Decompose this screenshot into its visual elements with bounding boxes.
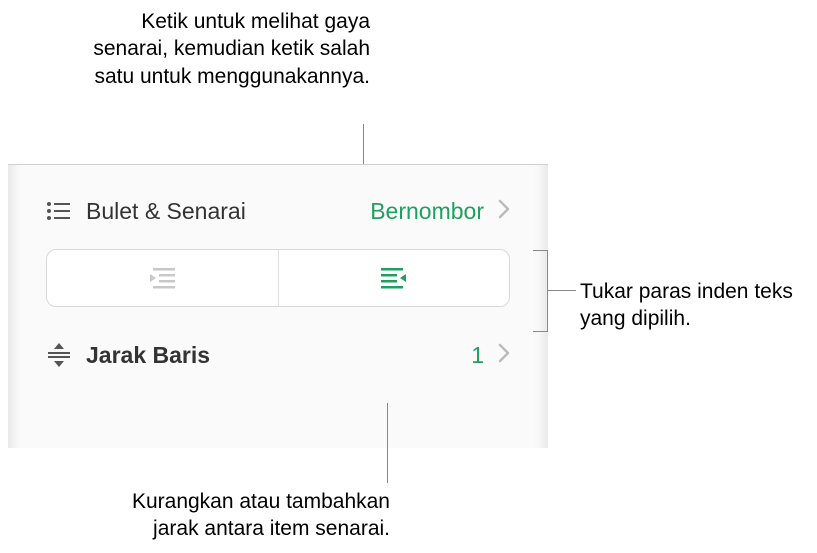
chevron-right-icon: [498, 199, 510, 224]
bullets-lists-label: Bulet & Senarai: [86, 198, 246, 225]
list-icon: [46, 201, 76, 221]
format-panel-container: Bulet & Senarai Bernombor: [8, 164, 548, 448]
indent-button[interactable]: [279, 250, 510, 306]
callout-line-bottom: [387, 403, 388, 483]
callout-list-style: Ketik untuk melihat gaya senarai, kemudi…: [90, 8, 370, 90]
line-spacing-label: Jarak Baris: [86, 342, 210, 369]
callout-bracket-right: [533, 250, 548, 332]
indent-button-group: [46, 249, 510, 307]
outdent-button[interactable]: [47, 250, 279, 306]
callout-line-right: [548, 290, 576, 291]
chevron-right-icon: [498, 343, 510, 368]
line-spacing-icon: [46, 343, 76, 367]
line-spacing-row[interactable]: Jarak Baris 1: [46, 331, 510, 379]
bullets-lists-row[interactable]: Bulet & Senarai Bernombor: [46, 187, 510, 235]
format-panel: Bulet & Senarai Bernombor: [28, 165, 528, 448]
bullets-lists-value: Bernombor: [370, 198, 484, 225]
line-spacing-value: 1: [471, 342, 484, 369]
callout-spacing: Kurangkan atau tambahkan jarak antara it…: [90, 488, 390, 543]
callout-indent: Tukar paras inden teks yang dipilih.: [580, 278, 810, 333]
